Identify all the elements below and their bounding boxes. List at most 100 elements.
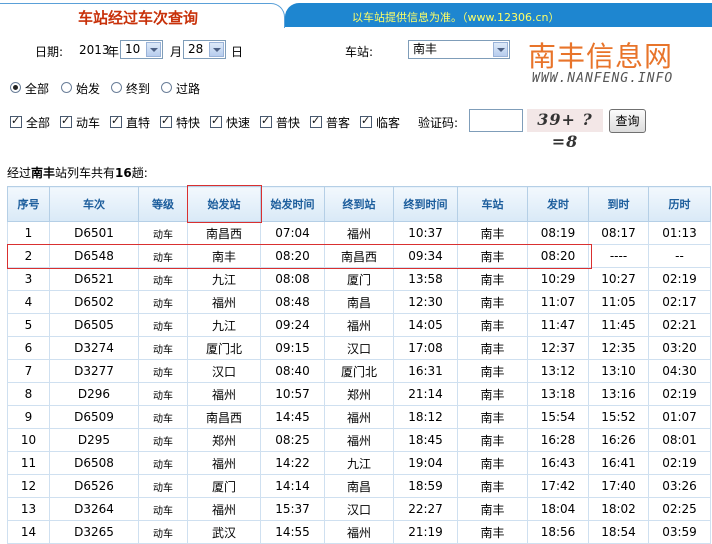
checkbox-emu[interactable]: [60, 114, 72, 128]
radio-passing[interactable]: [161, 82, 172, 93]
table-cell-col-arrive: 17:40: [588, 474, 649, 498]
column-header-col-terminal: 终到站: [324, 186, 394, 222]
checkbox-temporary[interactable]: [360, 114, 372, 128]
table-row: 12 D6526 动车 厦门 14:14 南昌 18:59 南丰 17:42 17:40 03:26: [7, 474, 711, 498]
table-body: 1 D6501 动车 南昌西 07:04 福州 10:37 南丰 08:19 08:17 01:13…: [7, 221, 711, 544]
table-cell-col-index: 11: [7, 451, 50, 475]
table-cell-col-arrive: 11:05: [588, 290, 649, 314]
month-select[interactable]: 10: [120, 40, 163, 59]
table-cell-col-depart-time: 14:45: [260, 405, 325, 429]
table-row: 4 D6502 动车 福州 08:48 南昌 12:30 南丰 11:07 11:05 02:17: [7, 290, 711, 314]
table-cell-col-station: 南丰: [457, 336, 528, 360]
table-cell-col-arrive: ----: [588, 244, 649, 268]
table-cell-col-arrive-time: 19:04: [393, 451, 458, 475]
table-cell-col-index: 6: [7, 336, 50, 360]
month-select-value: 10: [125, 42, 141, 56]
table-cell-col-origin: 福州: [187, 382, 261, 406]
table-cell-col-station: 南丰: [457, 267, 528, 291]
table-cell-col-train-no: D3264: [49, 497, 139, 521]
table-cell-col-arrive: 10:27: [588, 267, 649, 291]
table-cell-col-arrive: 18:54: [588, 520, 649, 544]
table-cell-col-origin: 南昌西: [187, 405, 261, 429]
table-cell-col-index: 4: [7, 290, 50, 314]
table-cell-col-arrive: 08:17: [588, 221, 649, 245]
captcha-input[interactable]: [469, 109, 523, 132]
table-cell-col-depart: 15:54: [527, 405, 589, 429]
table-cell-col-origin: 郑州: [187, 428, 261, 452]
table-cell-col-terminal: 郑州: [324, 382, 394, 406]
table-cell-col-origin: 厦门北: [187, 336, 261, 360]
table-cell-col-arrive: 18:02: [588, 497, 649, 521]
checkbox-direct-express-label: 直特: [126, 116, 151, 130]
table-cell-col-arrive: 16:26: [588, 428, 649, 452]
table-cell-col-index: 5: [7, 313, 50, 337]
table-cell-col-depart: 17:42: [527, 474, 589, 498]
table-cell-col-terminal: 福州: [324, 428, 394, 452]
radio-passing-label: 过路: [176, 82, 201, 96]
table-cell-col-grade: 动车: [138, 359, 188, 383]
table-cell-col-train-no: D6501: [49, 221, 139, 245]
table-cell-col-train-no: D3277: [49, 359, 139, 383]
table-cell-col-duration: 01:13: [648, 221, 711, 245]
table-cell-col-depart-time: 08:08: [260, 267, 325, 291]
train-table: 序号 车次 等级 始发站 始发时间 终到站 终到时间 车站 发时 到时 历时 1 D6501 动车 南昌西…: [7, 186, 711, 544]
radio-terminal-label: 终到: [126, 82, 151, 96]
summary-count: 16: [115, 166, 132, 180]
table-cell-col-depart-time: 08:25: [260, 428, 325, 452]
table-cell-col-depart: 18:04: [527, 497, 589, 521]
checkbox-all-label: 全部: [26, 116, 51, 130]
table-cell-col-terminal: 南昌西: [324, 244, 394, 268]
checkbox-fast[interactable]: [210, 114, 222, 128]
column-header-col-grade: 等级: [138, 186, 188, 222]
table-row: 11 D6508 动车 福州 14:22 九江 19:04 南丰 16:43 16:41 02:19: [7, 451, 711, 475]
table-cell-col-arrive-time: 18:59: [393, 474, 458, 498]
column-header-col-depart: 发时: [527, 186, 589, 222]
table-row: 3 D6521 动车 九江 08:08 厦门 13:58 南丰 10:29 10:27 02:19: [7, 267, 711, 291]
table-cell-col-arrive-time: 10:37: [393, 221, 458, 245]
radio-origin[interactable]: [61, 82, 72, 93]
table-row: 14 D3265 动车 武汉 14:55 福州 21:19 南丰 18:56 18:54 03:59: [7, 520, 711, 544]
table-cell-col-depart: 08:19: [527, 221, 589, 245]
table-cell-col-origin: 汉口: [187, 359, 261, 383]
table-cell-col-index: 7: [7, 359, 50, 383]
table-cell-col-origin: 南昌西: [187, 221, 261, 245]
table-cell-col-depart-time: 14:55: [260, 520, 325, 544]
table-cell-col-train-no: D6502: [49, 290, 139, 314]
table-cell-col-origin: 福州: [187, 290, 261, 314]
site-logo-url: WWW.NANFENG.INFO: [532, 71, 674, 86]
checkbox-ordinary-passenger[interactable]: [310, 114, 322, 128]
day-select[interactable]: 28: [183, 40, 226, 59]
captcha-image[interactable]: 39+ ?=8: [527, 109, 603, 151]
table-cell-col-station: 南丰: [457, 290, 528, 314]
checkbox-direct-express[interactable]: [110, 114, 122, 128]
table-header-row: 序号 车次 等级 始发站 始发时间 终到站 终到时间 车站 发时 到时 历时: [7, 186, 711, 222]
banner-note: 以车站提供信息为准。（www.12306.cn）: [352, 11, 560, 24]
column-header-col-station: 车站: [457, 186, 528, 222]
table-cell-col-origin: 九江: [187, 313, 261, 337]
table-row: 6 D3274 动车 厦门北 09:15 汉口 17:08 南丰 12:37 12:35 03:20: [7, 336, 711, 360]
checkbox-express[interactable]: [160, 114, 172, 128]
table-cell-col-terminal: 南昌: [324, 474, 394, 498]
table-cell-col-grade: 动车: [138, 267, 188, 291]
table-cell-col-index: 2: [7, 244, 50, 268]
table-cell-col-terminal: 福州: [324, 313, 394, 337]
captcha-label: 验证码:: [418, 116, 459, 130]
checkbox-all[interactable]: [10, 114, 22, 128]
table-cell-col-terminal: 福州: [324, 520, 394, 544]
query-button[interactable]: 查询: [609, 109, 646, 133]
table-cell-col-depart: 13:18: [527, 382, 589, 406]
radio-terminal[interactable]: [111, 82, 122, 93]
radio-all[interactable]: [10, 82, 21, 93]
result-summary: 经过南丰站列车共有16趟:: [7, 164, 148, 181]
year-value: 2013: [79, 43, 110, 57]
table-cell-col-index: 8: [7, 382, 50, 406]
table-cell-col-arrive-time: 14:05: [393, 313, 458, 337]
column-header-col-index: 序号: [7, 186, 50, 222]
table-cell-col-depart-time: 08:48: [260, 290, 325, 314]
checkbox-ordinary-fast[interactable]: [260, 114, 272, 128]
site-logo: 南丰信息网: [528, 40, 674, 73]
table-cell-col-station: 南丰: [457, 497, 528, 521]
table-cell-col-depart: 10:29: [527, 267, 589, 291]
table-cell-col-duration: 02:17: [648, 290, 711, 314]
station-select[interactable]: 南丰: [408, 40, 510, 59]
